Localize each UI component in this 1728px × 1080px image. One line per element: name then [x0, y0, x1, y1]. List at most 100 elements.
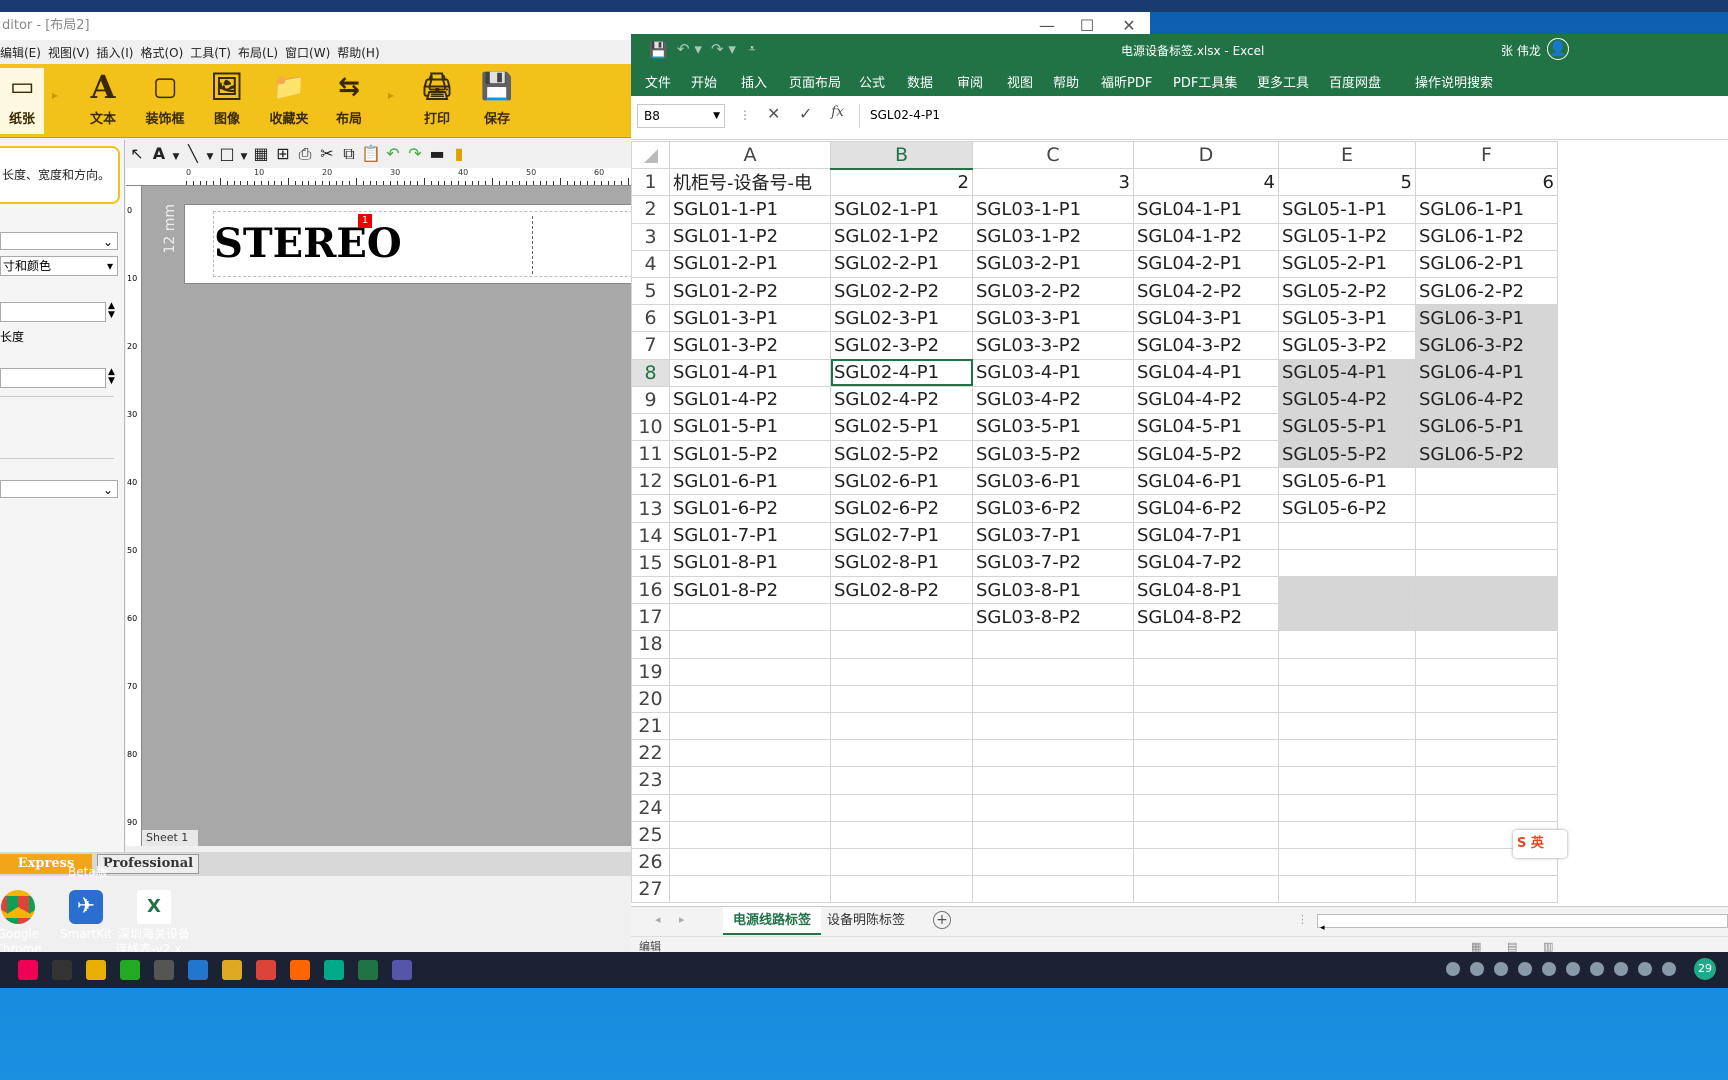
cell[interactable]: [1278, 847, 1416, 877]
cell[interactable]: SGL05-1-P1: [1278, 195, 1416, 224]
cell[interactable]: [1133, 657, 1279, 686]
cell[interactable]: SGL05-1-P2: [1278, 222, 1416, 251]
row-header[interactable]: 23: [631, 766, 670, 795]
cell[interactable]: [972, 739, 1134, 768]
shield-icon[interactable]: [1542, 962, 1556, 976]
cell[interactable]: SGL01-4-P1: [669, 358, 831, 387]
cell[interactable]: SGL03-2-P1: [972, 249, 1134, 278]
cell[interactable]: SGL04-3-P2: [1133, 331, 1279, 360]
cell[interactable]: [1415, 548, 1558, 578]
cell[interactable]: SGL02-2-P2: [830, 276, 973, 306]
cell[interactable]: SGL03-7-P1: [972, 521, 1134, 550]
cell[interactable]: SGL06-1-P2: [1415, 222, 1558, 251]
ptouch-icon[interactable]: [392, 960, 412, 980]
cell[interactable]: [1278, 820, 1416, 849]
cell[interactable]: SGL03-2-P2: [972, 276, 1134, 306]
cell[interactable]: SGL03-7-P2: [972, 548, 1134, 578]
dropdown-1[interactable]: ⌄: [0, 232, 118, 250]
sheet-tab-active[interactable]: 电源线路标签: [723, 907, 822, 935]
cell[interactable]: SGL04-1-P1: [1133, 195, 1279, 224]
align-icon[interactable]: ▬: [426, 140, 448, 168]
column-header[interactable]: E: [1278, 141, 1416, 170]
row-header[interactable]: 21: [631, 711, 670, 741]
ribbon-layout-button[interactable]: ⇆ 布局: [322, 68, 376, 134]
cell[interactable]: SGL03-5-P2: [972, 440, 1134, 469]
cell[interactable]: SGL02-5-P2: [830, 440, 973, 469]
cell[interactable]: SGL01-5-P1: [669, 412, 831, 442]
menu-item[interactable]: 编辑(E): [0, 40, 48, 62]
expand-arrow-icon[interactable]: ▸: [52, 88, 58, 102]
ribbon-tab[interactable]: 福昕PDF: [1101, 72, 1152, 91]
cancel-icon[interactable]: ✕: [767, 104, 780, 123]
cell[interactable]: [1415, 684, 1558, 713]
row-header[interactable]: 3: [631, 222, 670, 251]
calculator-icon[interactable]: [154, 960, 174, 980]
cell[interactable]: 6: [1415, 168, 1558, 197]
row-header[interactable]: 2: [631, 195, 670, 224]
menu-item[interactable]: 视图(V): [48, 40, 97, 62]
label-text-object[interactable]: STEREO: [214, 220, 402, 267]
file-explorer-icon[interactable]: [86, 960, 106, 980]
cell[interactable]: SGL02-8-P2: [830, 575, 973, 605]
select-arrow-icon[interactable]: ↖: [126, 140, 148, 168]
column-header[interactable]: C: [972, 141, 1134, 170]
cell[interactable]: [830, 684, 973, 713]
row-header[interactable]: 5: [631, 276, 670, 306]
cell[interactable]: SGL03-1-P1: [972, 195, 1134, 224]
cell[interactable]: [830, 630, 973, 659]
cell[interactable]: [972, 793, 1134, 822]
cell[interactable]: SGL06-5-P2: [1415, 440, 1558, 469]
column-header[interactable]: A: [669, 141, 831, 170]
start-icon[interactable]: [18, 960, 38, 980]
row-header[interactable]: 26: [631, 847, 670, 877]
menu-item[interactable]: 帮助(H): [337, 40, 386, 62]
row-header[interactable]: 19: [631, 657, 670, 686]
ribbon-frame-button[interactable]: ▢ 装饰框: [138, 68, 192, 134]
cell[interactable]: SGL05-5-P2: [1278, 440, 1416, 469]
cell[interactable]: [1415, 711, 1558, 741]
spreadsheet-table[interactable]: A B C D E F 1 机柜号-设备号-电 2 3 4 5 6 2 SGL01-1-P1 SGL02-1-…: [631, 141, 1558, 904]
cell[interactable]: [972, 820, 1134, 849]
cell[interactable]: [972, 711, 1134, 741]
sheet-tab[interactable]: Sheet 1: [142, 830, 198, 846]
cell[interactable]: [1278, 603, 1416, 632]
undo-icon[interactable]: ↶ ▾: [677, 40, 702, 58]
cell[interactable]: SGL02-4-P2: [830, 385, 973, 414]
cell[interactable]: [1415, 875, 1558, 904]
cell[interactable]: SGL01-6-P1: [669, 467, 831, 496]
avatar[interactable]: 👤: [1547, 38, 1569, 60]
cell[interactable]: [1278, 739, 1416, 768]
row-header[interactable]: 1: [631, 168, 670, 197]
print-preview-icon[interactable]: ⎙: [294, 140, 316, 168]
row-header[interactable]: 7: [631, 331, 670, 360]
menu-item[interactable]: 窗口(W): [285, 40, 337, 62]
row-header[interactable]: 9: [631, 385, 670, 414]
ribbon-tab[interactable]: 开始: [691, 72, 717, 91]
customize-qat-icon[interactable]: ⩡: [749, 42, 755, 56]
redo-icon[interactable]: ↷: [404, 140, 426, 168]
cell[interactable]: [1133, 847, 1279, 877]
cell[interactable]: SGL04-6-P2: [1133, 494, 1279, 523]
ribbon-save-button[interactable]: 💾 保存: [470, 68, 524, 134]
cell[interactable]: [669, 603, 831, 632]
cell[interactable]: SGL06-3-P1: [1415, 304, 1558, 333]
column-header[interactable]: D: [1133, 141, 1279, 170]
dropdown-arrow-icon[interactable]: ▼: [204, 143, 216, 171]
line-icon[interactable]: ╲: [182, 140, 204, 168]
ribbon-favorites-button[interactable]: 📁 收藏夹: [262, 68, 316, 134]
cell[interactable]: SGL06-2-P1: [1415, 249, 1558, 278]
row-header[interactable]: 8: [631, 358, 670, 387]
horizontal-scrollbar[interactable]: ◂: [1317, 914, 1728, 933]
cell[interactable]: [830, 820, 973, 849]
text-tool-icon[interactable]: A: [148, 140, 170, 168]
row-header[interactable]: 10: [631, 412, 670, 442]
row-header[interactable]: 27: [631, 875, 670, 904]
cell[interactable]: [972, 847, 1134, 877]
cell[interactable]: SGL02-4-P1: [830, 358, 973, 387]
cell[interactable]: [669, 766, 831, 795]
cell[interactable]: SGL04-2-P1: [1133, 249, 1279, 278]
ribbon-print-button[interactable]: 🖨 打印: [410, 68, 464, 134]
cell[interactable]: SGL02-3-P1: [830, 304, 973, 333]
paste-icon[interactable]: 📋: [360, 140, 382, 168]
wechat-icon[interactable]: [120, 960, 140, 980]
